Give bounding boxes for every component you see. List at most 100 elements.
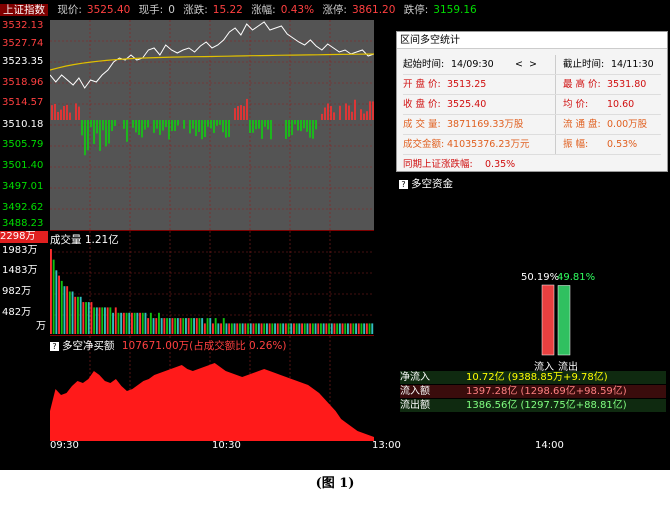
flow-title: 多空净买额: [62, 340, 115, 352]
volume-bar: [50, 249, 52, 334]
volume-bar: [271, 323, 274, 334]
volume-bar: [90, 302, 93, 334]
volume-bar: [182, 318, 185, 334]
volume-bar: [168, 318, 171, 334]
volume-bar: [360, 323, 363, 334]
volume-bar: [95, 307, 98, 334]
hand-value: 0: [168, 4, 175, 16]
funds-row-label: 流出额: [400, 400, 430, 411]
volume-bar: [371, 323, 374, 334]
volume-bar: [195, 318, 198, 334]
volume-bar: [158, 312, 160, 335]
volume-bar: [125, 312, 128, 335]
range-stats-panel: 区间多空统计 起始时间: 14/09:30 < > 截止时间: 14/11:30…: [396, 31, 668, 172]
volume-bar: [217, 323, 220, 334]
funds-row: 净流入 10.72亿 (9388.85万+9.78亿): [400, 371, 666, 384]
volume-bar: [106, 307, 109, 334]
inflow-pct: 50.19%: [521, 272, 560, 283]
period-label: 同期上证涨跌幅:: [403, 159, 473, 170]
volume-bar: [365, 323, 368, 334]
volume-bar: [141, 312, 144, 335]
next-button[interactable]: >: [529, 55, 537, 74]
outflow-bar: [557, 285, 571, 356]
volume-bar: [368, 323, 371, 334]
volume-bar: [349, 323, 352, 334]
price-tick: 3523.35: [2, 56, 44, 67]
volume-bar: [98, 307, 101, 334]
volume-bar: [114, 307, 117, 334]
flow-value: 107671.00万(占成交额比 0.26%): [121, 340, 287, 352]
volume-bar: [147, 318, 150, 334]
volume-bar: [187, 318, 190, 334]
price-tick: 3532.13: [2, 20, 44, 31]
figure-caption: (图 1): [315, 476, 355, 491]
volume-bar: [220, 323, 222, 334]
volume-bar: [77, 296, 79, 334]
volume-bar: [295, 323, 298, 334]
volume-bar: [279, 323, 282, 334]
open-value: 3513.25: [447, 79, 487, 90]
volume-bar: [352, 323, 355, 334]
price-tick: 3497.01: [2, 181, 44, 192]
help-icon[interactable]: ?: [399, 179, 408, 189]
volume-bar: [82, 302, 85, 334]
price-pane[interactable]: [49, 20, 375, 230]
close-label: 收 盘 价:: [403, 99, 441, 110]
volume-bar: [341, 323, 344, 334]
volume-bar: [336, 323, 339, 334]
volume-bar: [63, 286, 66, 334]
change-label: 涨跌:: [183, 4, 208, 16]
volume-bar: [222, 318, 225, 334]
end-value[interactable]: 14/11:30: [611, 55, 654, 74]
float-value: 0.00万股: [607, 119, 648, 130]
volume-bar: [328, 323, 330, 334]
volume-bar: [282, 323, 285, 334]
limit-up-label: 涨停:: [322, 4, 347, 16]
volume-bar: [149, 312, 152, 335]
volume-bar: [228, 323, 231, 334]
time-tick: 09:30: [50, 440, 79, 451]
period-value: 0.35%: [485, 159, 516, 170]
volume-axis: 2298万 1983万 1483万 982万 482万 万: [0, 230, 50, 333]
limit-up-value: 3861.20: [351, 4, 396, 16]
volume-bar: [244, 323, 247, 334]
change-value: 15.22: [212, 4, 243, 16]
start-label: 起始时间:: [403, 59, 445, 70]
volume-bar: [212, 323, 214, 334]
volume-bar: [330, 323, 333, 334]
panel-row-amount: 成交金额: 41035376.23万元 振 幅: 0.53%: [403, 135, 661, 155]
volume-bar: [52, 259, 55, 334]
volume-bar: [101, 307, 104, 334]
prev-button[interactable]: <: [515, 55, 523, 74]
stock-chart-window: 上证指数 现价: 3525.40 现手: 0 涨跌: 15.22 涨幅: 0.43% 涨…: [0, 0, 670, 470]
volume-bar: [139, 312, 141, 335]
funds-row-value: 1386.56亿 (1297.75亿+88.81亿): [466, 400, 627, 411]
volume-bar: [109, 307, 112, 334]
price-axis: 3532.13 3527.74 3523.35 3518.96 3514.57 …: [0, 20, 50, 230]
volume-bar: [206, 318, 209, 334]
volume-bar: [338, 323, 341, 334]
quote-bar: 上证指数 现价: 3525.40 现手: 0 涨跌: 15.22 涨幅: 0.43% 涨…: [0, 0, 670, 20]
volume-bar: [252, 323, 255, 334]
time-tick: 14:00: [535, 440, 564, 451]
vol-label: 成 交 量:: [403, 119, 441, 130]
volume-bar: [198, 318, 201, 334]
price-value: 3525.40: [86, 4, 131, 16]
panel-title: 区间多空统计: [397, 32, 667, 49]
volume-bar: [344, 323, 347, 334]
price-label: 现价:: [57, 4, 82, 16]
amount-label: 成交金额:: [403, 139, 445, 150]
volume-bar: [152, 318, 155, 334]
volume-bar: [128, 312, 131, 335]
volume-bar: [190, 318, 193, 334]
close-value: 3525.40: [447, 99, 487, 110]
funds-row: 流出额 1386.56亿 (1297.75亿+88.81亿): [400, 399, 666, 412]
price-tick: 3505.79: [2, 139, 44, 150]
start-value[interactable]: 14/09:30: [451, 55, 494, 74]
volume-bar: [325, 323, 328, 334]
help-icon[interactable]: ?: [50, 341, 59, 351]
volume-bar: [201, 318, 204, 334]
pct-label: 涨幅:: [251, 4, 276, 16]
index-name[interactable]: 上证指数: [0, 4, 48, 16]
volume-bar: [136, 312, 139, 335]
